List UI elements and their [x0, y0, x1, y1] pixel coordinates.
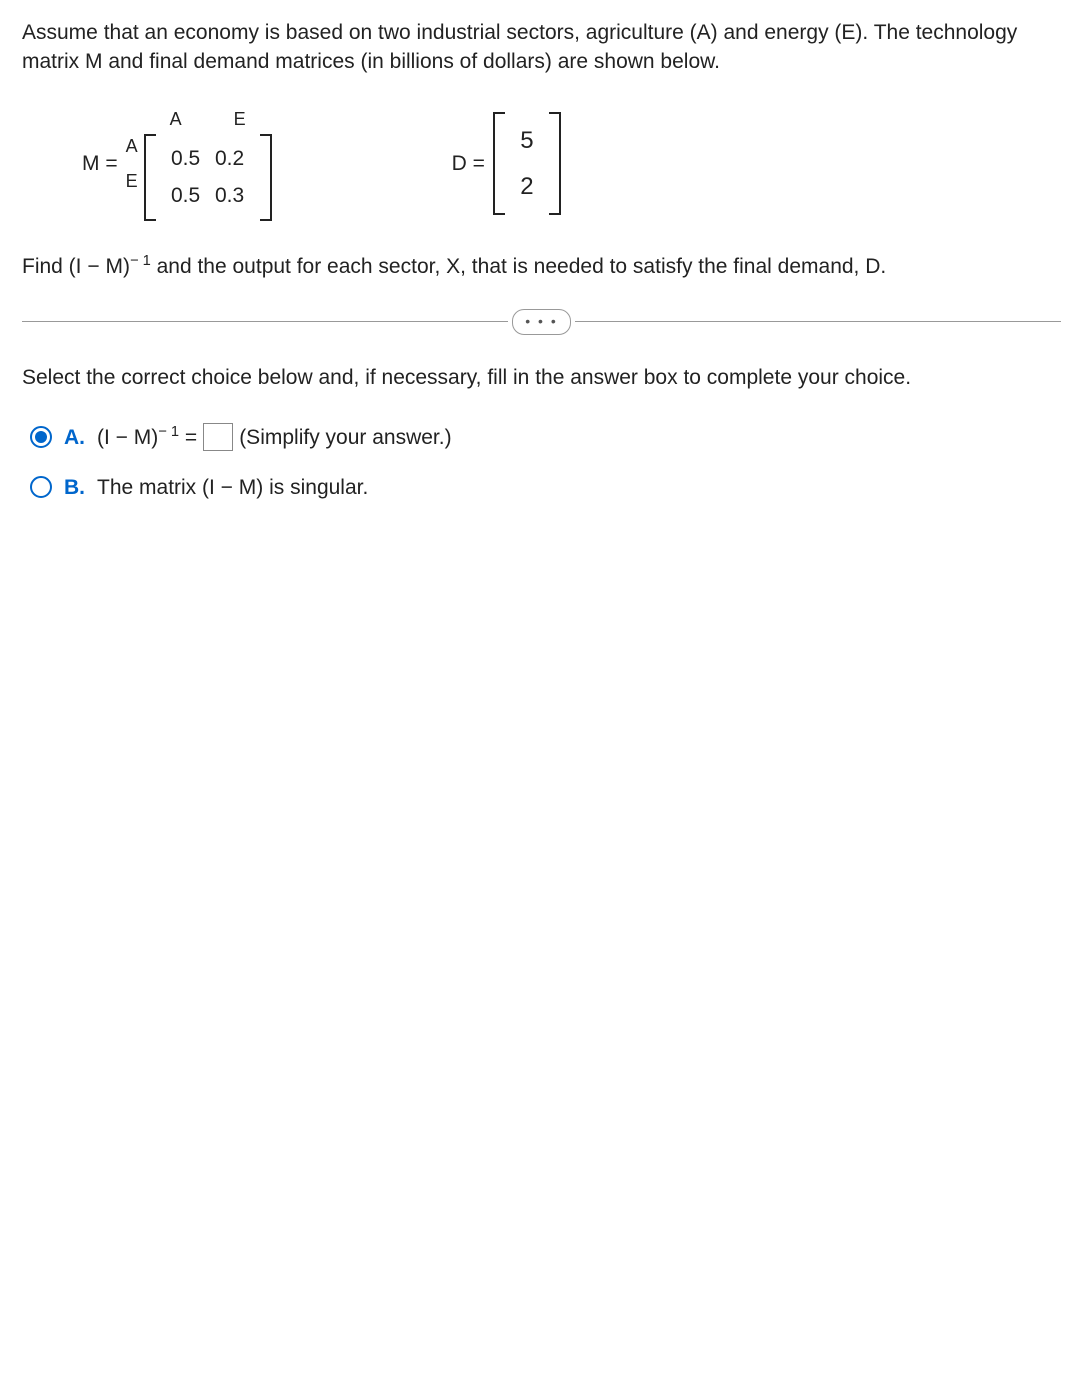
ellipsis-icon[interactable]: • • •	[512, 309, 570, 335]
choice-a-prefix: (I − M)	[97, 426, 158, 449]
instruction-exp: − 1	[130, 253, 151, 269]
d-cell-1: 2	[513, 164, 541, 210]
radio-b[interactable]	[30, 476, 52, 498]
instruction-prefix: Find (I − M)	[22, 255, 130, 278]
m-cell-1-0: 0.5	[164, 177, 208, 214]
col-header-e: E	[220, 107, 260, 132]
matrix-d-block: D = 5 2	[452, 112, 561, 215]
matrix-d: 5 2	[493, 112, 561, 215]
matrices-row: M = A E A E 0.5 0.2 0.5 0.3	[82, 107, 1061, 221]
select-instruction: Select the correct choice below and, if …	[22, 363, 1061, 392]
matrix-m: 0.5 0.2 0.5 0.3	[144, 134, 272, 221]
matrix-m-label: M =	[82, 149, 118, 178]
choices-group: A. (I − M)− 1 = (Simplify your answer.) …	[30, 422, 1061, 502]
question-intro: Assume that an economy is based on two i…	[22, 18, 1061, 77]
m-cell-0-0: 0.5	[164, 140, 208, 177]
instruction-text: Find (I − M)− 1 and the output for each …	[22, 251, 1061, 281]
choice-b-row[interactable]: B. The matrix (I − M) is singular.	[30, 473, 1061, 502]
radio-a[interactable]	[30, 426, 52, 448]
choice-b-label: B.	[64, 473, 85, 502]
choice-a-exp: − 1	[158, 424, 179, 440]
answer-input-a[interactable]	[203, 423, 233, 451]
matrix-m-col-headers: A E	[144, 107, 272, 132]
choice-a-hint: (Simplify your answer.)	[239, 423, 451, 452]
matrix-m-block: M = A E A E 0.5 0.2 0.5 0.3	[82, 107, 272, 221]
instruction-suffix: and the output for each sector, X, that …	[151, 255, 886, 278]
col-header-a: A	[156, 107, 196, 132]
d-cell-0: 5	[513, 118, 541, 164]
section-divider: • • •	[22, 309, 1061, 335]
choice-b-text: The matrix (I − M) is singular.	[97, 473, 368, 502]
row-header-e: E	[126, 169, 138, 194]
choice-a-mid: =	[179, 426, 197, 449]
choice-a-label: A.	[64, 423, 85, 452]
m-cell-0-1: 0.2	[208, 140, 252, 177]
row-header-a: A	[126, 134, 138, 159]
matrix-m-row-headers: A E	[126, 129, 138, 199]
choice-a-row[interactable]: A. (I − M)− 1 = (Simplify your answer.)	[30, 422, 1061, 452]
m-cell-1-1: 0.3	[208, 177, 252, 214]
matrix-d-label: D =	[452, 149, 485, 178]
